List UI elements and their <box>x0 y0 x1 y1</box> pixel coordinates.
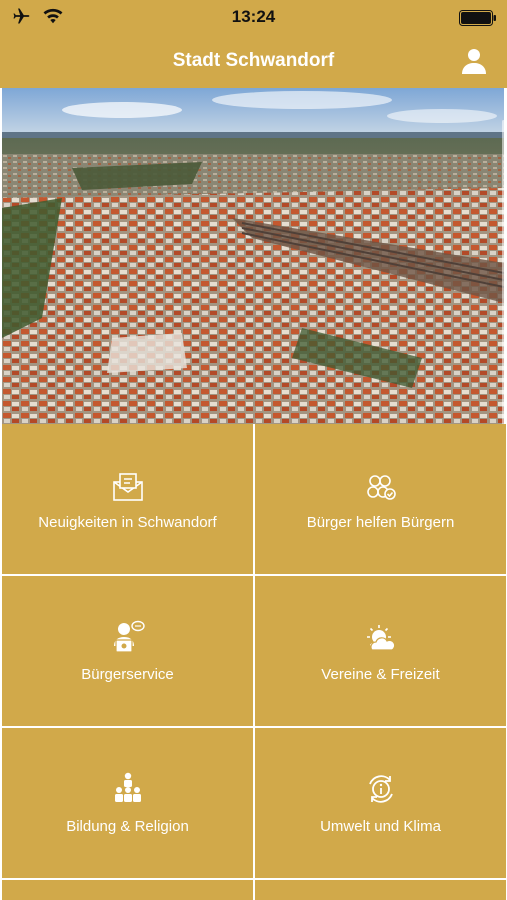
user-icon[interactable] <box>461 47 487 80</box>
education-people-icon <box>112 772 144 806</box>
info-recycle-icon <box>364 772 398 806</box>
tile-label: Bürger helfen Bürgern <box>306 513 455 531</box>
tile-buerger-helfen[interactable]: Bürger helfen Bürgern <box>255 424 506 574</box>
page-title: Stadt Schwandorf <box>172 50 335 71</box>
service-person-icon <box>111 620 145 654</box>
tile-bildung-religion[interactable]: Bildung & Religion <box>2 728 253 878</box>
people-group-icon <box>365 468 397 502</box>
navigation-bar: Stadt Schwandorf <box>0 36 507 88</box>
tile-label: Bildung & Religion <box>66 817 189 835</box>
tile-neuigkeiten[interactable]: Neuigkeiten in Schwandorf <box>2 424 253 574</box>
status-bar: 13:24 <box>0 0 507 36</box>
tile-partial-right[interactable] <box>255 880 506 900</box>
tile-label: Vereine & Freizeit <box>321 665 440 683</box>
tile-label: Umwelt und Klima <box>320 817 441 835</box>
tile-buergerservice[interactable]: Bürgerservice <box>2 576 253 726</box>
sun-cloud-icon <box>364 620 398 654</box>
battery-icon <box>459 10 497 31</box>
menu-grid: Neuigkeiten in Schwandorf Bürger helfen … <box>2 424 506 900</box>
status-time: 13:24 <box>231 7 276 26</box>
tile-label: Neuigkeiten in Schwandorf <box>38 513 217 531</box>
news-envelope-icon <box>112 468 144 502</box>
hero-image <box>2 88 504 424</box>
tile-label: Bürgerservice <box>81 665 174 683</box>
tile-vereine-freizeit[interactable]: Vereine & Freizeit <box>255 576 506 726</box>
tile-umwelt-klima[interactable]: Umwelt und Klima <box>255 728 506 878</box>
tile-partial-left[interactable] <box>2 880 253 900</box>
